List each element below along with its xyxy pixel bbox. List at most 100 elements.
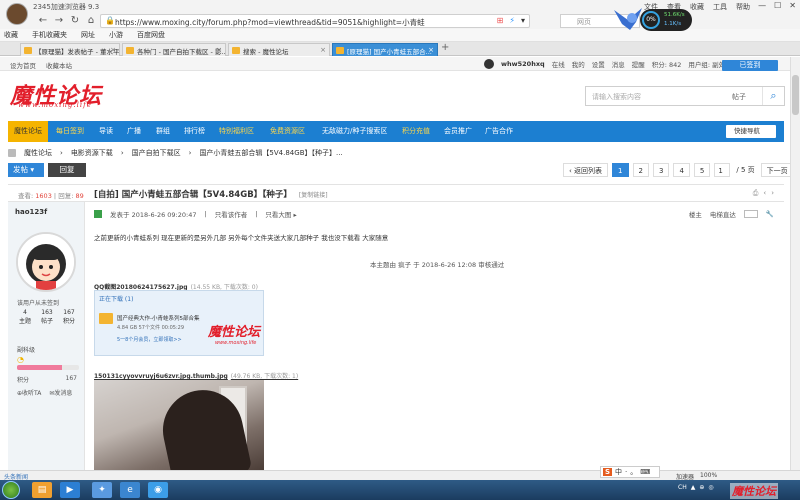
tab-current-thread[interactable]: [原理猫] 国产小青蛙五部合... ×: [332, 43, 438, 56]
maximize-icon[interactable]: ☐: [774, 1, 781, 10]
ie-icon[interactable]: e: [120, 482, 140, 498]
quick-nav-button[interactable]: 快捷导航: [726, 125, 776, 138]
back-to-list-button[interactable]: ‹ 返回列表: [563, 163, 609, 177]
folder-icon[interactable]: ▤: [32, 482, 52, 498]
site-search-box[interactable]: 请输入搜索内容 帖子 ⌕: [585, 86, 785, 106]
next-icon[interactable]: ›: [771, 189, 774, 198]
author-avatar[interactable]: [16, 232, 76, 292]
page-1[interactable]: 1: [612, 163, 629, 177]
breadcrumb-selfie-area[interactable]: 国产自拍下载区: [132, 148, 181, 158]
tab-close-icon[interactable]: ×: [428, 46, 434, 54]
nav-recharge[interactable]: 积分充值: [402, 121, 430, 142]
attachment-2-photo[interactable]: [94, 380, 264, 470]
back-arrow-icon[interactable]: ←: [36, 14, 50, 28]
tab-search[interactable]: 搜索 - 魔性论坛 ×: [228, 43, 330, 56]
page-4[interactable]: 4: [673, 163, 690, 177]
tray-volume-icon[interactable]: ◎: [708, 484, 713, 491]
menu-favorites[interactable]: 收藏: [690, 2, 704, 12]
scrollbar-thumb[interactable]: [792, 75, 799, 115]
tray-network-icon[interactable]: ⊕: [699, 484, 704, 491]
nav-home[interactable]: 魔性论坛: [8, 121, 48, 142]
browser-user-avatar[interactable]: [6, 3, 28, 25]
tab-close-icon[interactable]: ×: [110, 46, 116, 54]
link-points[interactable]: 积分: 842: [652, 59, 682, 69]
link-settings[interactable]: 设置: [592, 59, 605, 69]
keyboard-icon[interactable]: ⌨: [640, 468, 650, 476]
bookmark-site-link[interactable]: 收藏本站: [46, 60, 72, 70]
page-5[interactable]: 5: [693, 163, 711, 177]
breadcrumb-forum[interactable]: 魔性论坛: [24, 148, 52, 158]
author-name[interactable]: hao123f: [15, 208, 47, 216]
tab-post-thread[interactable]: 【原理猫】发表帖子 - 董水平... ×: [20, 43, 120, 56]
browser-bird-icon[interactable]: ✦: [92, 482, 112, 498]
home-icon[interactable]: ⌂: [84, 14, 98, 28]
start-button[interactable]: [2, 481, 20, 499]
page-3[interactable]: 3: [652, 163, 670, 177]
search-type-select[interactable]: 帖子: [732, 92, 746, 102]
network-speed-widget[interactable]: 0% 51.6K/s 1.1K/s: [640, 9, 692, 31]
breadcrumb-thread[interactable]: 国产小青蛙五部合辑【5V4.84GB】【种子】...: [199, 148, 342, 158]
wrench-icon[interactable]: 🔧: [766, 210, 774, 218]
author-stat-topics[interactable]: 4 主题: [14, 309, 36, 325]
nav-ads[interactable]: 广告合作: [485, 121, 513, 142]
tab-category[interactable]: 各种门 - 国产自拍下载区 - 影... ×: [122, 43, 226, 56]
sogou-ime-icon[interactable]: S: [603, 468, 613, 476]
print-icon[interactable]: ⎙: [753, 189, 759, 198]
link-reminders[interactable]: 提醒: [632, 59, 645, 69]
menu-help[interactable]: 帮助: [736, 2, 750, 12]
floor-jump-input[interactable]: [743, 210, 758, 218]
nav-guide[interactable]: 导读: [99, 121, 113, 142]
message-button[interactable]: ✉发消息: [49, 388, 72, 397]
copy-link-button[interactable]: [复制链接]: [299, 192, 328, 199]
page-2[interactable]: 2: [632, 163, 649, 177]
nav-promotion[interactable]: 会员推广: [444, 121, 472, 142]
nav-free-resources[interactable]: 免费资源区: [270, 121, 305, 142]
set-homepage-link[interactable]: 设为首页: [10, 60, 36, 70]
home-icon[interactable]: [8, 149, 16, 157]
online-status[interactable]: 在线: [552, 59, 565, 69]
breadcrumb-movies[interactable]: 电影资源下载: [71, 148, 113, 158]
nav-special-welfare[interactable]: 特别福利区: [219, 121, 254, 142]
bookmark-sites[interactable]: 网址: [81, 30, 95, 40]
attachment-2-link[interactable]: 150131cyyovvruyj6u6zvr.jpg.thumb.jpg (49.…: [94, 371, 298, 380]
lightning-icon[interactable]: ⚡: [509, 16, 515, 25]
thread-category[interactable]: [自拍]: [94, 190, 119, 200]
ime-fullwidth[interactable]: 。: [630, 467, 637, 477]
ime-toolbar[interactable]: S 中 · 。 ⌨: [600, 466, 660, 478]
attachment-1-image[interactable]: 正在下载 (1) 国产经典大作-小青蛙系列5部合集 4.84 GB 57个文件 …: [94, 290, 264, 356]
forward-arrow-icon[interactable]: →: [52, 14, 66, 28]
ime-mode[interactable]: 中: [615, 467, 622, 477]
tab-close-icon[interactable]: ×: [320, 46, 326, 54]
bookmark-mobile[interactable]: 手机收藏夹: [32, 30, 67, 40]
refresh-icon[interactable]: ↻: [68, 14, 82, 28]
media-player-icon[interactable]: ▶: [60, 482, 80, 498]
search-icon[interactable]: ⌕: [762, 87, 784, 105]
author-stat-posts[interactable]: 163 帖子: [36, 309, 58, 325]
ime-punct[interactable]: ·: [625, 468, 627, 476]
user-avatar-mini[interactable]: [484, 59, 494, 69]
next-page-button[interactable]: 下一页: [760, 163, 794, 177]
tray-up-arrow-icon[interactable]: ▲: [691, 484, 696, 491]
nav-daily-signin[interactable]: 每日签到: [56, 121, 84, 142]
tab-close-icon[interactable]: ×: [216, 46, 222, 54]
minimize-icon[interactable]: —: [758, 1, 766, 10]
nav-ranking[interactable]: 排行榜: [184, 121, 205, 142]
nav-magnet-search[interactable]: 无敌磁力/种子搜索区: [322, 121, 387, 142]
page-scrollbar[interactable]: [790, 57, 800, 470]
new-tab-button[interactable]: +: [441, 42, 449, 53]
nav-groups[interactable]: 群组: [156, 121, 170, 142]
tray-language[interactable]: CH: [678, 484, 687, 491]
link-mine[interactable]: 我的: [572, 59, 585, 69]
only-author-link[interactable]: 只看该作者: [215, 209, 248, 219]
close-icon[interactable]: ✕: [789, 1, 796, 10]
signed-in-button[interactable]: 已签到: [722, 60, 778, 71]
site-username[interactable]: whw520hxq: [501, 60, 545, 68]
page-jump-input[interactable]: 1: [714, 163, 731, 177]
bookmark-favorites[interactable]: 收藏: [4, 30, 18, 40]
menu-tools[interactable]: 工具: [713, 2, 727, 12]
dropdown-icon[interactable]: ▾: [521, 16, 525, 25]
nav-broadcast[interactable]: 广播: [127, 121, 141, 142]
bookmark-games[interactable]: 小游: [109, 30, 123, 40]
reply-button[interactable]: 回复: [48, 163, 86, 177]
bookmark-baidu-pan[interactable]: 百度网盘: [137, 30, 165, 40]
